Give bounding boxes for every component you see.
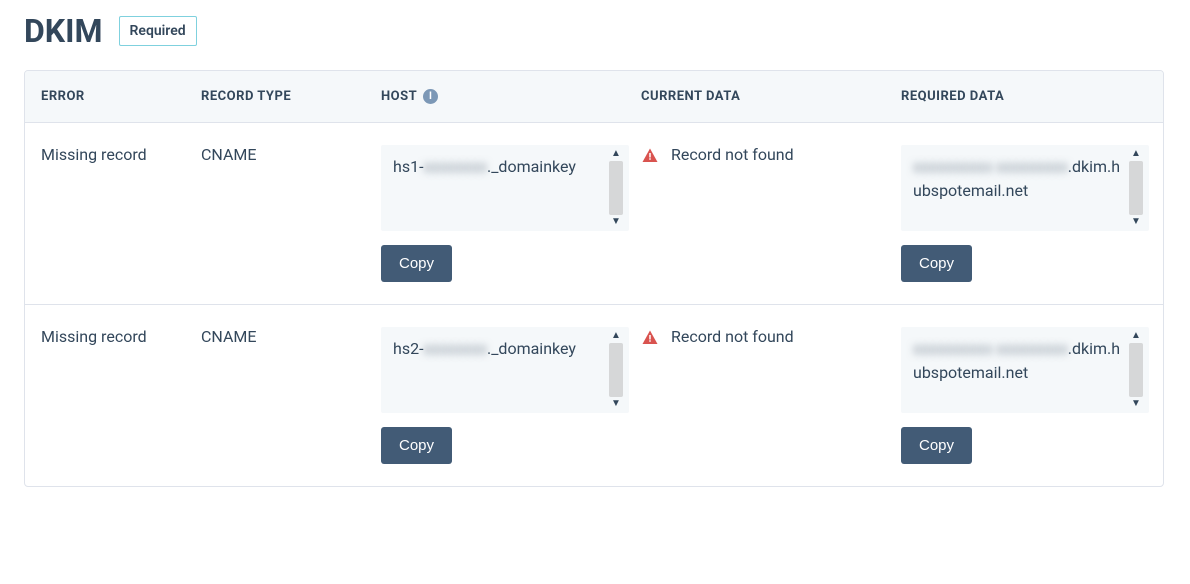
scroll-thumb[interactable] <box>609 161 623 215</box>
col-required-data: REQUIRED DATA <box>901 89 1161 104</box>
warning-icon <box>641 329 659 347</box>
scroll-thumb[interactable] <box>1129 161 1143 215</box>
scroll-up-icon[interactable]: ▲ <box>1131 331 1141 341</box>
dkim-records-table: ERROR RECORD TYPE HOST i CURRENT DATA RE… <box>24 70 1164 487</box>
scroll-thumb[interactable] <box>1129 343 1143 397</box>
host-value-box[interactable]: hs1-xxxxxxxx._domainkey ▲ ▼ <box>381 145 629 231</box>
host-prefix: hs2- <box>393 339 423 358</box>
required-value-box[interactable]: xxxxxxxxxx xxxxxxxxx.dkim.hubspotemail.n… <box>901 327 1149 413</box>
cell-record-type: CNAME <box>201 145 381 164</box>
host-suffix: ._domainkey <box>487 339 576 358</box>
col-host-label: HOST <box>381 89 417 104</box>
scroll-thumb[interactable] <box>609 343 623 397</box>
host-blur: xxxxxxxx <box>423 157 487 176</box>
host-prefix: hs1- <box>393 157 423 176</box>
cell-record-type: CNAME <box>201 327 381 346</box>
table-row: Missing record CNAME hs2-xxxxxxxx._domai… <box>25 305 1163 486</box>
scroll-up-icon[interactable]: ▲ <box>611 331 621 341</box>
scroll-down-icon[interactable]: ▼ <box>1131 399 1141 409</box>
copy-host-button[interactable]: Copy <box>381 427 452 464</box>
host-value-box[interactable]: hs2-xxxxxxxx._domainkey ▲ ▼ <box>381 327 629 413</box>
table-row: Missing record CNAME hs1-xxxxxxxx._domai… <box>25 123 1163 305</box>
current-data-text: Record not found <box>671 327 794 346</box>
required-value-box[interactable]: xxxxxxxxxx xxxxxxxxx.dkim.hubspotemail.n… <box>901 145 1149 231</box>
cell-host: hs2-xxxxxxxx._domainkey ▲ ▼ Copy <box>381 327 641 464</box>
required-blur: xxxxxxxxxx xxxxxxxxx <box>913 157 1068 176</box>
section-title: DKIM <box>24 12 103 50</box>
section-header: DKIM Required <box>24 12 1166 50</box>
table-header-row: ERROR RECORD TYPE HOST i CURRENT DATA RE… <box>25 71 1163 123</box>
scrollbar[interactable]: ▲ ▼ <box>1127 331 1145 409</box>
scroll-up-icon[interactable]: ▲ <box>1131 149 1141 159</box>
host-suffix: ._domainkey <box>487 157 576 176</box>
cell-error: Missing record <box>41 327 201 346</box>
scroll-down-icon[interactable]: ▼ <box>1131 217 1141 227</box>
scroll-down-icon[interactable]: ▼ <box>611 399 621 409</box>
current-data-text: Record not found <box>671 145 794 164</box>
copy-required-button[interactable]: Copy <box>901 245 972 282</box>
scrollbar[interactable]: ▲ ▼ <box>607 331 625 409</box>
required-blur: xxxxxxxxxx xxxxxxxxx <box>913 339 1068 358</box>
scrollbar[interactable]: ▲ ▼ <box>1127 149 1145 227</box>
cell-current-data: Record not found <box>641 327 901 347</box>
scroll-up-icon[interactable]: ▲ <box>611 149 621 159</box>
cell-host: hs1-xxxxxxxx._domainkey ▲ ▼ Copy <box>381 145 641 282</box>
cell-current-data: Record not found <box>641 145 901 165</box>
cell-required-data: xxxxxxxxxx xxxxxxxxx.dkim.hubspotemail.n… <box>901 327 1161 464</box>
col-host: HOST i <box>381 89 641 104</box>
scroll-down-icon[interactable]: ▼ <box>611 217 621 227</box>
host-blur: xxxxxxxx <box>423 339 487 358</box>
warning-icon <box>641 147 659 165</box>
copy-host-button[interactable]: Copy <box>381 245 452 282</box>
scrollbar[interactable]: ▲ ▼ <box>607 149 625 227</box>
info-icon[interactable]: i <box>423 89 438 104</box>
col-record-type: RECORD TYPE <box>201 89 381 104</box>
cell-required-data: xxxxxxxxxx xxxxxxxxx.dkim.hubspotemail.n… <box>901 145 1161 282</box>
col-error: ERROR <box>41 89 201 104</box>
col-current-data: CURRENT DATA <box>641 89 901 104</box>
copy-required-button[interactable]: Copy <box>901 427 972 464</box>
cell-error: Missing record <box>41 145 201 164</box>
required-badge: Required <box>119 16 197 46</box>
